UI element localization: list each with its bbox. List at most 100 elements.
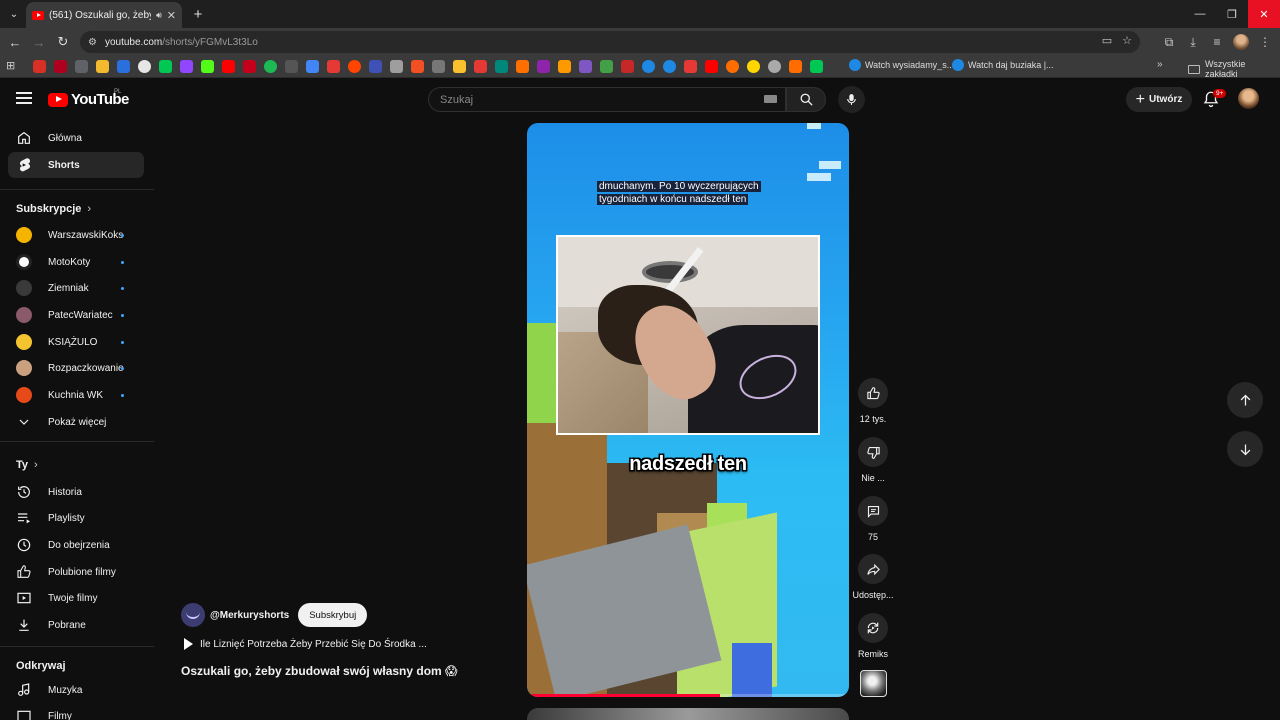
next-short-button[interactable] <box>1227 431 1263 467</box>
reload-button[interactable]: ↻ <box>53 32 73 52</box>
minimize-button[interactable]: — <box>1184 0 1216 28</box>
previous-short-button[interactable] <box>1227 382 1263 418</box>
bookmark-icon[interactable] <box>201 60 214 73</box>
keyboard-icon[interactable] <box>764 95 777 103</box>
more-bookmarks-chevron-icon[interactable]: » <box>1157 59 1163 70</box>
bookmark-icon[interactable] <box>768 60 781 73</box>
bookmark-icon[interactable] <box>432 60 445 73</box>
bookmark-icon[interactable] <box>663 60 676 73</box>
browser-tab-active[interactable]: (561) Oszukali go, żeby zbu 🔊︎ ✕ <box>26 2 182 28</box>
search-box[interactable] <box>428 87 786 112</box>
bookmark-icon[interactable] <box>369 60 382 73</box>
bookmark-icon[interactable] <box>390 60 403 73</box>
shorts-video-player[interactable]: dmuchanym. Po 10 wyczerpujących tygodnia… <box>527 123 849 697</box>
sidebar-item-playlists[interactable]: Playlisty <box>8 505 144 531</box>
sidebar-item-films[interactable]: Filmy <box>8 703 144 720</box>
bookmark-watch-daj-buziaka[interactable]: Watch daj buziaka |... <box>952 59 1054 71</box>
bookmark-icon[interactable] <box>75 60 88 73</box>
tab-audio-icon[interactable]: 🔊︎ <box>156 10 162 21</box>
sidebar-show-more[interactable]: Pokaż więcej <box>8 409 144 435</box>
bookmark-icon[interactable] <box>621 60 634 73</box>
bookmark-icon[interactable] <box>537 60 550 73</box>
sound-link[interactable]: Ile Liznięć Potrzeba Żeby Przebić Się Do… <box>184 638 427 650</box>
bookmark-icon[interactable] <box>726 60 739 73</box>
extensions-icon[interactable]: ⧉ <box>1160 32 1178 52</box>
bookmark-icon[interactable] <box>159 60 172 73</box>
bookmark-icon[interactable] <box>411 60 424 73</box>
menu-hamburger-icon[interactable] <box>16 92 32 104</box>
bookmark-icon[interactable] <box>600 60 613 73</box>
sidebar-item-downloads[interactable]: Pobrane <box>8 612 144 638</box>
sidebar-item-watch-later[interactable]: Do obejrzenia <box>8 532 144 558</box>
subscribe-button[interactable]: Subskrybuj <box>298 603 368 627</box>
downloads-icon[interactable]: ⤓ <box>1184 32 1202 52</box>
bookmark-icon[interactable] <box>264 60 277 73</box>
profile-icon[interactable] <box>1232 32 1250 52</box>
sidebar-item-history[interactable]: Historia <box>8 479 144 505</box>
bookmark-icon[interactable] <box>705 60 718 73</box>
remix-button[interactable] <box>858 613 888 643</box>
bookmark-icon[interactable] <box>285 60 298 73</box>
bookmark-icon[interactable] <box>810 60 823 73</box>
bookmark-icon[interactable] <box>117 60 130 73</box>
you-heading[interactable]: Ty › <box>16 459 38 471</box>
bookmark-icon[interactable] <box>789 60 802 73</box>
dislike-button[interactable] <box>858 437 888 467</box>
bookmark-icon[interactable] <box>138 60 151 73</box>
bookmark-icon[interactable] <box>96 60 109 73</box>
sidebar-item-music[interactable]: Muzyka <box>8 677 144 703</box>
new-tab-button[interactable]: + <box>188 4 208 24</box>
bookmark-icon[interactable] <box>243 60 256 73</box>
bookmark-icon[interactable] <box>348 60 361 73</box>
address-bar[interactable]: ⚙ youtube.com/shorts/yFGMvL3t3Lo ▭ ☆ <box>80 31 1140 53</box>
bookmark-icon[interactable] <box>180 60 193 73</box>
sound-source-thumbnail[interactable] <box>860 670 887 697</box>
close-window-button[interactable]: ✕ <box>1248 0 1280 28</box>
all-bookmarks-button[interactable]: Wszystkie zakładki <box>1188 59 1280 79</box>
install-app-icon[interactable]: ▭ <box>1102 34 1112 47</box>
share-button[interactable] <box>858 554 888 584</box>
bookmark-icon[interactable] <box>453 60 466 73</box>
back-button[interactable]: ← <box>5 32 25 52</box>
menu-dots-icon[interactable]: ⋮ <box>1256 32 1274 52</box>
bookmark-icon[interactable] <box>222 60 235 73</box>
bookmark-icon[interactable] <box>474 60 487 73</box>
bookmark-icon[interactable] <box>54 60 67 73</box>
bookmark-watch-wysiadamy[interactable]: Watch wysiadamy_s... <box>849 59 954 71</box>
bookmark-icon[interactable] <box>747 60 760 73</box>
channel-avatar[interactable] <box>181 603 205 627</box>
channel-name[interactable]: @Merkuryshorts <box>210 610 289 621</box>
sidebar-item-shorts[interactable]: Shorts <box>8 152 144 178</box>
media-controls-icon[interactable]: ≡ <box>1208 32 1226 52</box>
sidebar-item-liked[interactable]: Polubione filmy <box>8 559 144 585</box>
create-button[interactable]: + Utwórz <box>1126 87 1192 112</box>
bookmark-star-icon[interactable]: ☆ <box>1122 34 1132 47</box>
sidebar-item-home[interactable]: Główna <box>8 125 144 151</box>
tab-close-icon[interactable]: ✕ <box>167 9 176 22</box>
restore-button[interactable]: ❐ <box>1216 0 1248 28</box>
search-input[interactable] <box>440 93 740 106</box>
bookmark-icon[interactable] <box>579 60 592 73</box>
sidebar-item-your-videos[interactable]: Twoje filmy <box>8 585 144 611</box>
tab-search-icon[interactable]: ⌄ <box>4 4 24 24</box>
comments-button[interactable] <box>858 496 888 526</box>
subscriptions-heading[interactable]: Subskrypcje › <box>16 203 91 215</box>
bookmark-icon[interactable] <box>558 60 571 73</box>
bookmark-icon[interactable] <box>516 60 529 73</box>
bookmark-icon[interactable] <box>327 60 340 73</box>
search-button[interactable] <box>786 87 826 112</box>
bookmark-icon[interactable] <box>495 60 508 73</box>
voice-search-button[interactable] <box>838 86 865 113</box>
account-avatar[interactable] <box>1238 88 1259 109</box>
bookmark-icon[interactable] <box>306 60 319 73</box>
bookmark-icon[interactable] <box>33 60 46 73</box>
video-progress-bar[interactable] <box>527 694 849 697</box>
site-info-icon[interactable]: ⚙ <box>88 37 97 48</box>
apps-grid-icon[interactable]: ⊞ <box>6 59 15 72</box>
bookmark-icon[interactable] <box>642 60 655 73</box>
next-short-preview[interactable] <box>527 708 849 720</box>
forward-button[interactable]: → <box>29 32 49 52</box>
like-button[interactable] <box>858 378 888 408</box>
video-title[interactable]: Oszukali go, żeby zbudował swój własny d… <box>181 664 458 678</box>
bookmark-icon[interactable] <box>684 60 697 73</box>
